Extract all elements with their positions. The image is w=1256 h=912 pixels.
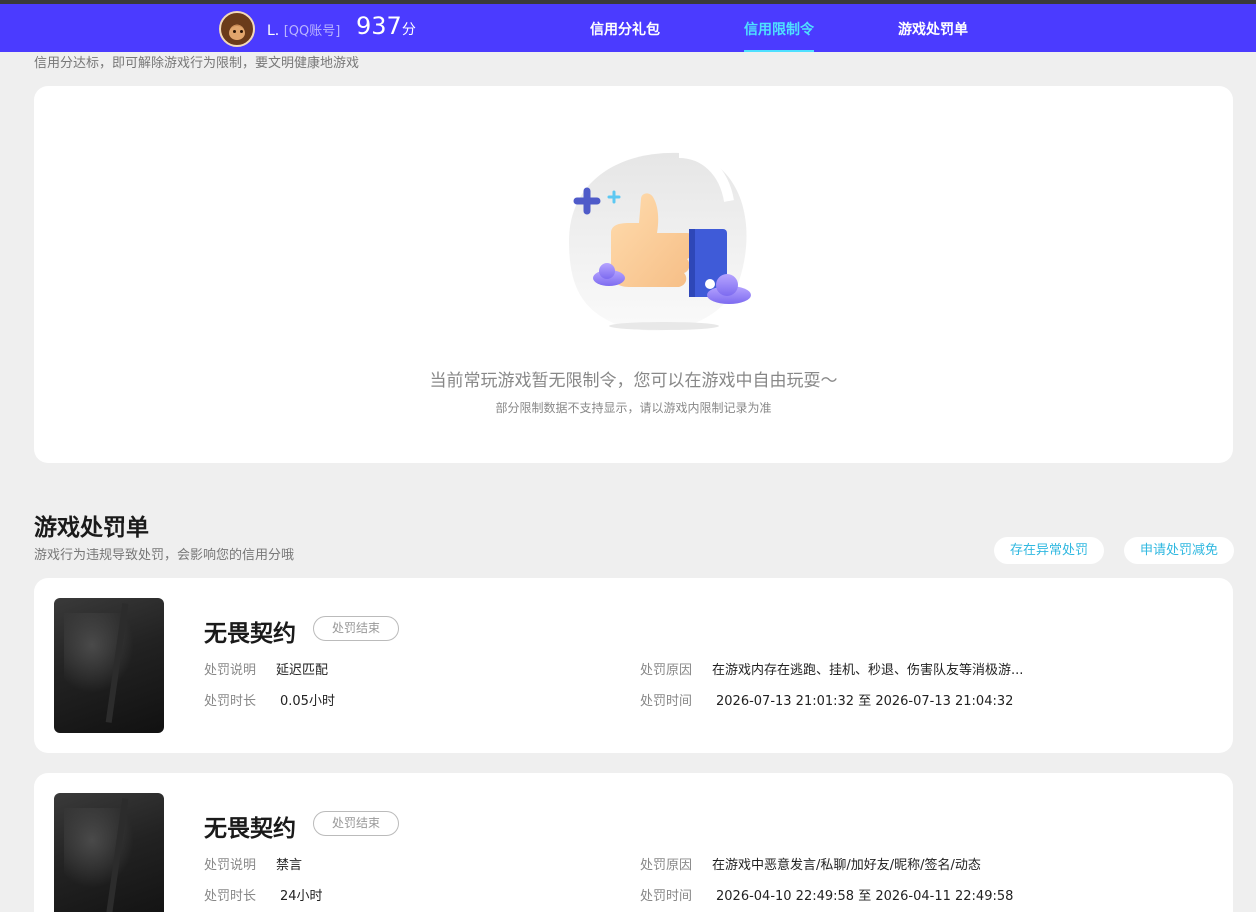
- desc-value: 延迟匹配: [276, 663, 329, 678]
- duration-value: 0.05小时: [280, 694, 335, 709]
- reason-label: 处罚原因: [640, 663, 693, 678]
- tab-credit-gift[interactable]: 信用分礼包: [590, 19, 660, 52]
- game-cover-image: [54, 793, 164, 912]
- status-badge: 处罚结束: [313, 811, 399, 836]
- duration-label: 处罚时长: [204, 694, 257, 709]
- abnormal-penalty-button[interactable]: 存在异常处罚: [994, 537, 1104, 564]
- duration-label: 处罚时长: [204, 889, 257, 904]
- game-cover-image: [54, 598, 164, 733]
- time-label: 处罚时间: [640, 889, 693, 904]
- thumbs-up-illustration: [569, 148, 751, 331]
- empty-state-message: 当前常玩游戏暂无限制令，您可以在游戏中自由玩耍～: [429, 371, 838, 391]
- restriction-subtitle: 信用分达标，即可解除游戏行为限制，要文明健康地游戏: [34, 56, 360, 71]
- account-type-tag: [QQ账号]: [283, 24, 341, 39]
- user-name: L. [QQ账号]: [267, 23, 341, 39]
- penalty-card[interactable]: 无畏契约 处罚结束 处罚说明 禁言 处罚时长 24小时 处罚原因 在游戏中恶意发…: [34, 773, 1233, 912]
- desc-label: 处罚说明: [204, 858, 257, 873]
- time-value: 2026-07-13 21:01:32 至 2026-07-13 21:04:3…: [716, 694, 1014, 709]
- restriction-empty-card: 当前常玩游戏暂无限制令，您可以在游戏中自由玩耍～ 部分限制数据不支持显示，请以游…: [34, 86, 1233, 463]
- empty-state-note: 部分限制数据不支持显示，请以游戏内限制记录为准: [495, 401, 772, 415]
- tab-game-penalty[interactable]: 游戏处罚单: [898, 19, 968, 52]
- penalty-card[interactable]: 无畏契约 处罚结束 处罚说明 延迟匹配 处罚时长 0.05小时 处罚原因 在游戏…: [34, 578, 1233, 753]
- game-name: 无畏契约: [204, 621, 296, 647]
- tab-credit-restriction[interactable]: 信用限制令: [744, 19, 814, 52]
- game-name: 无畏契约: [204, 816, 296, 842]
- duration-value: 24小时: [280, 889, 323, 904]
- reason-value: 在游戏内存在逃跑、挂机、秒退、伤害队友等消极游...: [712, 663, 1024, 678]
- apply-reduction-button[interactable]: 申请处罚减免: [1124, 537, 1234, 564]
- reason-label: 处罚原因: [640, 858, 693, 873]
- penalty-subtitle: 游戏行为违规导致处罚，会影响您的信用分哦: [34, 548, 295, 563]
- user-avatar[interactable]: [219, 11, 255, 47]
- reason-value: 在游戏中恶意发言/私聊/加好友/昵称/签名/动态: [712, 858, 981, 873]
- status-badge: 处罚结束: [313, 616, 399, 641]
- desc-value: 禁言: [276, 858, 303, 873]
- time-value: 2026-04-10 22:49:58 至 2026-04-11 22:49:5…: [716, 889, 1014, 904]
- time-label: 处罚时间: [640, 694, 693, 709]
- credit-score: 937分: [356, 12, 416, 40]
- penalty-section-title: 游戏处罚单: [34, 515, 149, 541]
- top-header: L. [QQ账号] 937分 信用分礼包 信用限制令 游戏处罚单: [0, 4, 1256, 52]
- desc-label: 处罚说明: [204, 663, 257, 678]
